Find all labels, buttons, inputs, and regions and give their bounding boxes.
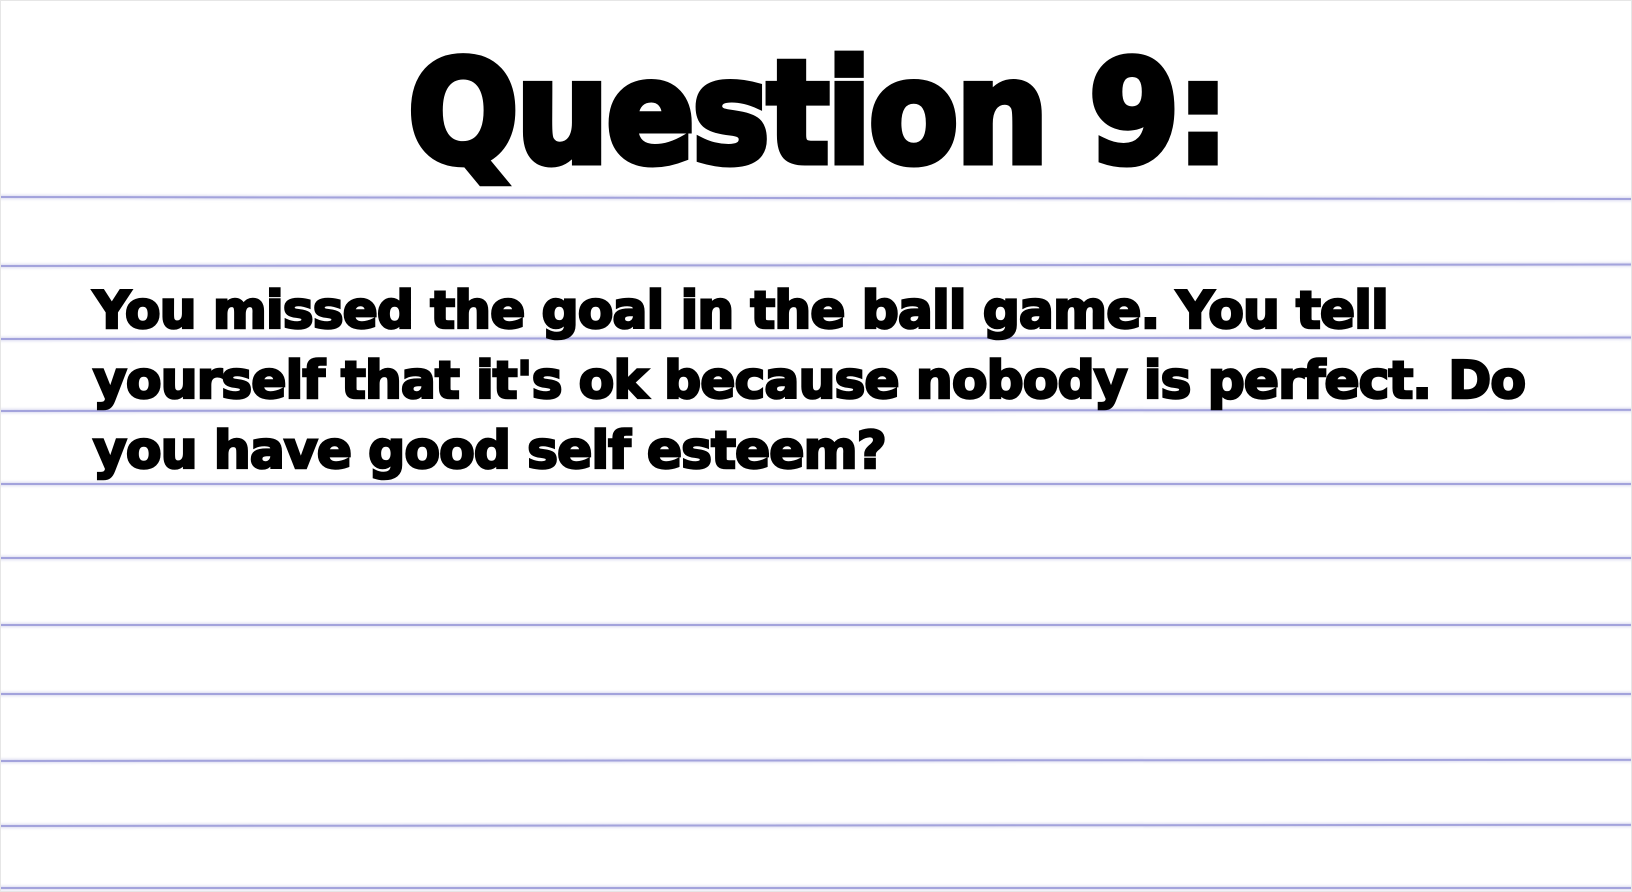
- rule-line: [1, 263, 1631, 267]
- rule-line: [1, 196, 1631, 201]
- question-text: You missed the goal in the ball game. Yo…: [92, 280, 1528, 483]
- rule-line: [1, 624, 1631, 626]
- rule-line: [1, 693, 1631, 695]
- notebook-card-slide: Question 9: You missed the goal in the b…: [0, 0, 1632, 892]
- rule-line: [1, 557, 1631, 559]
- rule-line: [1, 758, 1631, 762]
- slide-title: Question 9:: [404, 31, 1232, 196]
- rule-line: [1, 887, 1631, 889]
- rule-line: [1, 823, 1631, 827]
